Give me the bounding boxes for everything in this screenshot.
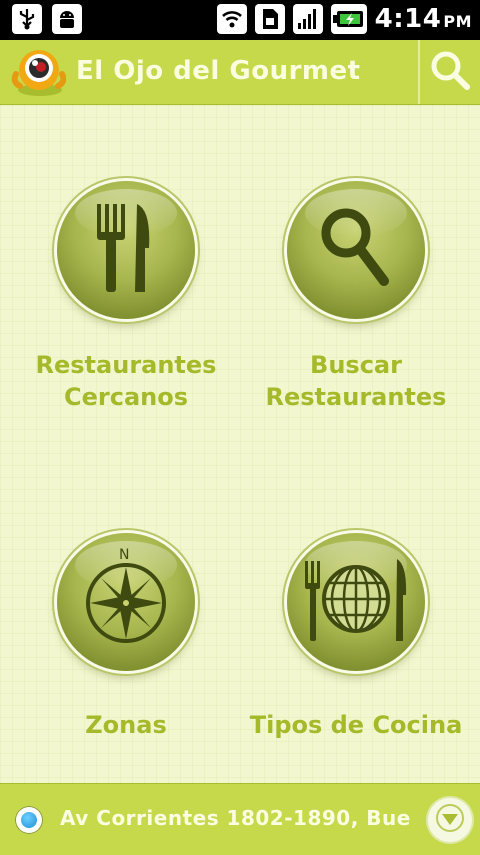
- app-title: El Ojo del Gourmet: [76, 56, 361, 86]
- search-restaurants-button[interactable]: [287, 181, 425, 319]
- compass-icon: N: [71, 545, 181, 659]
- location-bar[interactable]: Av Corrientes 1802-1890, Buenos Ai: [0, 783, 480, 855]
- search-restaurants-label: Buscar Restaurantes: [265, 351, 447, 411]
- svg-text:N: N: [119, 547, 129, 563]
- current-address[interactable]: Av Corrientes 1802-1890, Buenos Ai: [60, 806, 412, 836]
- zones-button[interactable]: N: [57, 533, 195, 671]
- chevron-down-icon: [434, 802, 466, 838]
- zones-label: Zonas: [85, 711, 167, 739]
- signal-icon: [292, 4, 323, 34]
- nearby-restaurants-tile[interactable]: Restaurantes Cercanos: [6, 181, 246, 501]
- fork-knife-icon: [91, 198, 161, 302]
- search-restaurants-tile[interactable]: Buscar Restaurantes: [236, 181, 476, 501]
- cuisine-types-button[interactable]: [287, 533, 425, 671]
- search-button[interactable]: [420, 40, 480, 104]
- search-icon: [429, 49, 471, 95]
- app-header: El Ojo del Gourmet: [0, 40, 480, 105]
- main-menu: Restaurantes Cercanos Buscar Restaurante…: [0, 105, 480, 783]
- cuisine-types-label: Tipos de Cocina: [249, 711, 463, 739]
- magnifier-icon: [316, 203, 396, 297]
- wifi-icon: [216, 4, 247, 34]
- status-bar: 4:14 PM: [0, 0, 480, 40]
- android-debug-icon: [52, 4, 82, 34]
- eye-mascot-logo: [10, 46, 67, 98]
- nearby-restaurants-button[interactable]: [57, 181, 195, 319]
- globe-cutlery-icon: [301, 555, 411, 649]
- nearby-restaurants-label: Restaurantes Cercanos: [35, 351, 217, 411]
- sim-icon: [254, 4, 285, 34]
- battery-charging-icon: [330, 4, 367, 34]
- clock: 4:14 PM: [374, 4, 472, 34]
- location-dot-icon: [15, 806, 43, 834]
- location-dropdown-button[interactable]: [428, 798, 472, 842]
- usb-icon: [12, 4, 42, 34]
